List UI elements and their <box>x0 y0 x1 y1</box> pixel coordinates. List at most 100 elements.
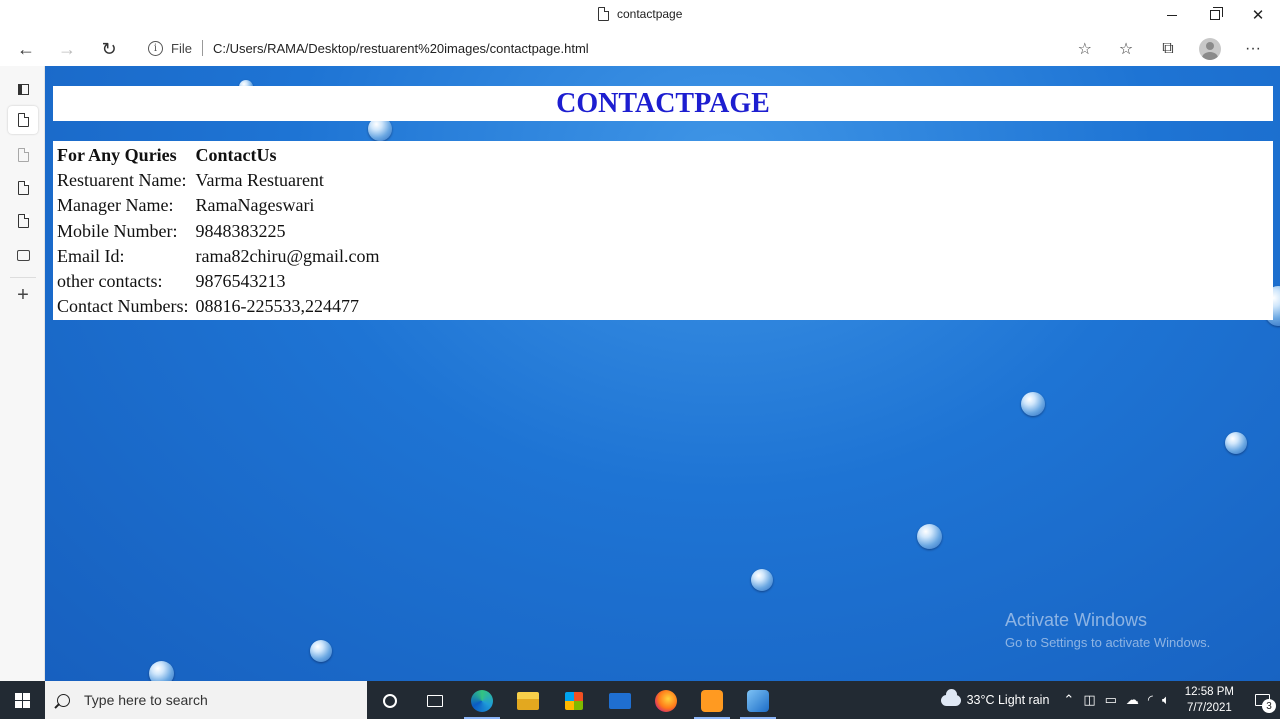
task-view-button[interactable] <box>368 685 412 717</box>
tab-page-3[interactable] <box>8 174 38 202</box>
field-value: rama82chiru@gmail.com <box>195 245 380 266</box>
page-icon <box>17 148 29 162</box>
photos-icon <box>747 690 769 712</box>
restore-icon <box>1210 7 1223 20</box>
field-label: other contacts: <box>57 271 163 292</box>
window-tab[interactable]: contactpage <box>598 7 682 21</box>
minimize-icon <box>1167 14 1177 16</box>
restore-button[interactable] <box>1193 0 1237 30</box>
mail-button[interactable] <box>598 685 642 717</box>
watermark-title: Activate Windows <box>1005 610 1148 630</box>
widgets-button[interactable] <box>413 685 457 717</box>
collections-icon: ⧉ <box>1162 40 1174 57</box>
arrow-left-icon: ← <box>17 38 35 59</box>
field-label: Email Id: <box>57 245 125 266</box>
weather-widget[interactable]: 33°C Light rain <box>940 688 1050 707</box>
add-favorite-icon[interactable]: ☆ <box>1078 39 1092 59</box>
page-icon <box>598 7 609 21</box>
sidebar-divider <box>10 277 36 278</box>
clock[interactable]: 12:58 PM 7/7/2021 <box>1185 684 1234 716</box>
volume-icon[interactable]: 🔈︎ <box>1162 692 1170 708</box>
notification-center-button[interactable]: 3 <box>1244 681 1280 719</box>
store-button[interactable] <box>552 685 596 717</box>
photos-button[interactable] <box>736 685 780 719</box>
rain-cloud-icon <box>940 688 961 706</box>
collections-button[interactable]: ⧉ <box>1152 34 1184 64</box>
table-row: other contacts: 9876543213 <box>57 269 380 294</box>
sublime-text-icon <box>701 690 723 712</box>
favorites-button[interactable]: ☆ <box>1110 34 1142 64</box>
url-text[interactable]: C:/Users/RAMA/Desktop/restuarent%20image… <box>213 41 589 56</box>
edge-button[interactable] <box>460 685 504 719</box>
back-button[interactable]: ← <box>11 34 41 64</box>
water-drop <box>751 569 773 591</box>
mail-icon <box>609 693 631 709</box>
tab-page-4[interactable] <box>8 207 38 235</box>
chevron-up-icon[interactable]: ⌃ <box>1063 692 1074 708</box>
favorites-icon: ☆ <box>1118 41 1134 58</box>
onedrive-icon[interactable]: ☁ <box>1126 692 1139 708</box>
wifi-icon[interactable]: ◜ <box>1148 692 1153 708</box>
file-label[interactable]: File <box>171 41 192 56</box>
tab-page-2[interactable] <box>8 141 38 169</box>
water-drop <box>149 661 174 681</box>
profile-button[interactable] <box>1194 34 1226 64</box>
settings-menu-button[interactable]: ··· <box>1237 34 1269 64</box>
file-explorer-icon <box>517 692 539 710</box>
field-label: Manager Name: <box>57 195 174 216</box>
title-banner: CONTACTPAGE <box>53 86 1273 121</box>
weather-text: 33°C Light rain <box>966 693 1050 707</box>
tab-title: contactpage <box>617 7 683 21</box>
search-icon <box>57 693 70 707</box>
contact-panel: For Any Quries ContactUs Restuarent Name… <box>53 141 1273 320</box>
close-button[interactable]: ✕ <box>1236 0 1280 30</box>
tab-page-5[interactable] <box>8 241 38 269</box>
tab-actions-icon <box>17 83 29 95</box>
firefox-button[interactable] <box>644 685 688 717</box>
table-row: Manager Name: RamaNageswari <box>57 193 380 218</box>
table-row: Mobile Number: 9848383225 <box>57 219 380 244</box>
minimize-button[interactable] <box>1150 0 1194 30</box>
tab-contactpage[interactable] <box>8 106 38 134</box>
water-drop <box>917 524 942 549</box>
field-value: RamaNageswari <box>195 195 315 216</box>
start-button[interactable] <box>0 681 45 719</box>
activation-watermark: Activate Windows Go to Settings to activ… <box>1005 610 1210 650</box>
field-value: 9848383225 <box>195 220 286 241</box>
page-icon <box>17 181 29 195</box>
search-placeholder: Type here to search <box>84 692 208 708</box>
page-icon <box>17 113 29 127</box>
meet-now-icon[interactable]: ◫ <box>1083 692 1095 708</box>
firefox-icon <box>655 690 677 712</box>
sublime-text-button[interactable] <box>690 685 734 719</box>
contact-table: For Any Quries ContactUs Restuarent Name… <box>55 143 382 319</box>
close-icon: ✕ <box>1251 7 1265 24</box>
reload-button[interactable]: ↻ <box>94 34 124 64</box>
system-tray: 33°C Light rain ⌃ ◫ ▭ ☁ ◜ 🔈︎ 12:58 PM 7/… <box>940 681 1280 719</box>
forward-button[interactable]: → <box>52 34 82 64</box>
battery-icon[interactable]: ▭ <box>1105 692 1117 708</box>
avatar <box>1199 38 1221 60</box>
table-row: Email Id: rama82chiru@gmail.com <box>57 244 380 269</box>
watermark-subtitle: Go to Settings to activate Windows. <box>1005 635 1211 650</box>
widgets-icon <box>427 695 443 707</box>
vertical-tabs-sidebar: + <box>0 66 45 681</box>
new-tab-button[interactable]: + <box>8 281 38 309</box>
file-explorer-button[interactable] <box>506 685 550 717</box>
water-drop <box>310 640 332 662</box>
clock-date: 7/7/2021 <box>1187 702 1232 714</box>
browser-toolbar: ← → ↻ i File C:/Users/RAMA/Desktop/restu… <box>0 32 1280 66</box>
table-row: Contact Numbers: 08816-225533,224477 <box>57 294 380 319</box>
info-icon[interactable]: i <box>148 40 163 56</box>
table-row: Restuarent Name: Varma Restuarent <box>57 168 380 193</box>
edge-icon <box>471 690 493 712</box>
address-separator <box>201 40 203 56</box>
windows-logo-icon <box>15 692 30 708</box>
header-cell: ContactUs <box>195 145 277 166</box>
address-bar[interactable]: i File C:/Users/RAMA/Desktop/restuarent%… <box>135 33 1100 63</box>
tab-actions-button[interactable] <box>8 75 38 103</box>
taskbar-search[interactable]: Type here to search <box>45 681 367 719</box>
field-value: 9876543213 <box>195 271 286 292</box>
header-cell: For Any Quries <box>57 145 177 166</box>
field-value: 08816-225533,224477 <box>195 296 359 317</box>
